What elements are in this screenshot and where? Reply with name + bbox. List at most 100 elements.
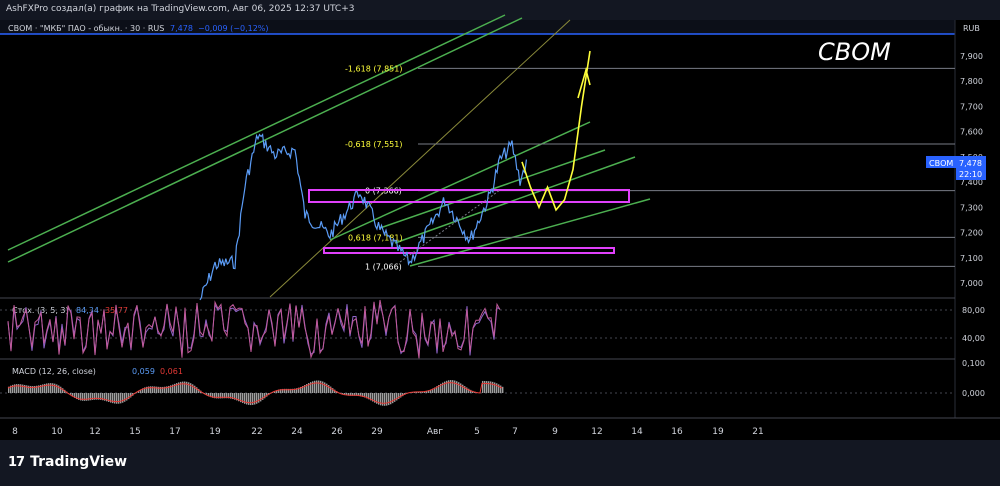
price-tick-label: 7,900 xyxy=(960,52,983,61)
time-axis-label: 26 xyxy=(331,427,343,437)
time-axis-label: Авг xyxy=(427,427,443,437)
time-axis-label: 22 xyxy=(251,427,262,437)
symbol-bar-change: −0,009 (−0,12%) xyxy=(198,24,269,33)
macd-hist-bar xyxy=(448,380,450,393)
time-axis-label: 12 xyxy=(89,427,100,437)
macd-hist-bar xyxy=(460,383,462,393)
big-ticker-label: CBOM xyxy=(818,38,891,66)
macd-hist-bar xyxy=(186,381,188,393)
macd-hist-bar xyxy=(256,393,258,404)
macd-hist-bar xyxy=(486,381,488,393)
time-axis-label: 9 xyxy=(552,427,558,437)
macd-hist-bar xyxy=(484,381,486,393)
macd-hist-bar xyxy=(452,380,454,393)
time-axis-label: 19 xyxy=(209,427,221,437)
macd-hist-bar xyxy=(50,383,52,393)
macd-hist-bar xyxy=(458,382,460,393)
fib-level-label: 1 (7,066) xyxy=(365,262,402,271)
macd-hist-bar xyxy=(382,393,384,406)
stoch-tick-80: 80,00 xyxy=(962,306,985,315)
macd-hist-bar xyxy=(258,393,260,403)
macd-hist-bar xyxy=(494,382,496,393)
macd-hist-bar xyxy=(502,386,504,393)
price-tick-label: 7,100 xyxy=(960,254,983,263)
time-axis-label: 8 xyxy=(12,427,18,437)
macd-hist-bar xyxy=(120,393,122,404)
macd-hist-bar xyxy=(116,393,118,404)
time-axis: 8 10 12 15 17 19 22 24 26 29 Авг 5 7 9 12 14 16 19 21 xyxy=(12,427,764,437)
tradingview-wordmark: TradingView xyxy=(30,454,128,470)
macd-hist-bar xyxy=(316,380,318,393)
price-tag-price: 7,478 xyxy=(959,159,982,168)
price-tick-label: 7,300 xyxy=(960,203,983,212)
price-tick-label: 7,800 xyxy=(960,77,983,86)
macd-hist-bar xyxy=(390,393,392,405)
macd-hist-bar xyxy=(118,393,120,404)
macd-hist-bar xyxy=(318,380,320,393)
macd-tick-0000: 0,000 xyxy=(962,389,985,398)
channel-line-4 xyxy=(409,198,651,267)
price-chart[interactable]: СВОМ · "МКБ" ПАО - обыкн. · 30 · RUS 7,4… xyxy=(0,0,1000,440)
macd-hist-bar xyxy=(454,380,456,393)
tradingview-logo[interactable]: 17 TradingView xyxy=(8,454,127,470)
macd-hist-bar xyxy=(190,383,192,393)
price-tag-symbol: СВОМ xyxy=(929,159,953,168)
macd-hist-bar xyxy=(388,393,390,406)
macd-value: 0,059 xyxy=(132,367,155,376)
time-axis-label: 21 xyxy=(752,427,763,437)
fib-level-label: 0 (7,366) xyxy=(365,187,402,196)
time-axis-label: 24 xyxy=(291,427,303,437)
macd-hist-bar xyxy=(250,393,252,406)
time-axis-label: 7 xyxy=(512,427,518,437)
last-price-tag: СВОМ 7,478 22:10 xyxy=(926,156,986,180)
footer-bar xyxy=(0,440,1000,486)
macd-hist-bar xyxy=(492,381,494,393)
price-series-line xyxy=(199,133,527,301)
macd-hist-bar xyxy=(252,393,254,405)
macd-hist-bar xyxy=(322,381,324,393)
macd-label: MACD (12, 26, close) xyxy=(12,367,96,376)
trend-channel xyxy=(7,14,651,298)
time-axis-label: 19 xyxy=(712,427,724,437)
time-axis-label: 29 xyxy=(371,427,383,437)
price-tick-label: 7,000 xyxy=(960,279,983,288)
macd-hist-bar xyxy=(184,381,186,393)
macd-hist-bar xyxy=(248,393,250,405)
macd-hist-bar xyxy=(456,381,458,393)
time-axis-label: 14 xyxy=(631,427,643,437)
fibonacci-levels: -1,618 (7,851)-0,618 (7,551)0 (7,366)0,6… xyxy=(345,64,955,271)
macd-tick-0100: 0,100 xyxy=(962,359,985,368)
macd-hist-bar xyxy=(386,393,388,406)
symbol-bar-last: 7,478 xyxy=(170,24,193,33)
diagonal-guide-line xyxy=(269,19,571,298)
macd-hist-bar xyxy=(182,381,184,393)
time-axis-label: 15 xyxy=(129,427,140,437)
tradingview-mark-icon: 17 xyxy=(8,454,25,470)
macd-hist-bar xyxy=(490,381,492,393)
price-tick-label: 7,600 xyxy=(960,128,983,137)
macd-hist-bar xyxy=(498,384,500,393)
macd-signal-value: 0,061 xyxy=(160,367,183,376)
time-axis-label: 10 xyxy=(51,427,63,437)
fib-level-label: -0,618 (7,551) xyxy=(345,140,402,149)
macd-hist-bar xyxy=(384,393,386,406)
time-axis-label: 5 xyxy=(474,427,480,437)
macd-hist-bar xyxy=(188,382,190,393)
macd-hist-bar xyxy=(320,380,322,393)
support-zone xyxy=(323,247,615,254)
macd-hist-bar xyxy=(324,382,326,393)
macd-hist-bar xyxy=(392,393,394,404)
time-axis-label: 16 xyxy=(671,427,683,437)
macd-hist-bar xyxy=(482,380,484,393)
macd-hist-bar xyxy=(192,384,194,393)
macd-hist-bar xyxy=(450,380,452,393)
stoch-tick-40: 40,00 xyxy=(962,334,985,343)
time-axis-label: 12 xyxy=(591,427,602,437)
price-tag-time: 22:10 xyxy=(959,170,982,179)
time-axis-label: 17 xyxy=(169,427,180,437)
upper-trendline-1 xyxy=(7,14,506,251)
price-axis-currency: RUB xyxy=(963,24,980,33)
fib-level-label: -1,618 (7,851) xyxy=(345,64,402,73)
symbol-bar-text: СВОМ · "МКБ" ПАО - обыкн. · 30 · RUS xyxy=(8,24,164,33)
macd-hist-bar xyxy=(52,383,54,393)
